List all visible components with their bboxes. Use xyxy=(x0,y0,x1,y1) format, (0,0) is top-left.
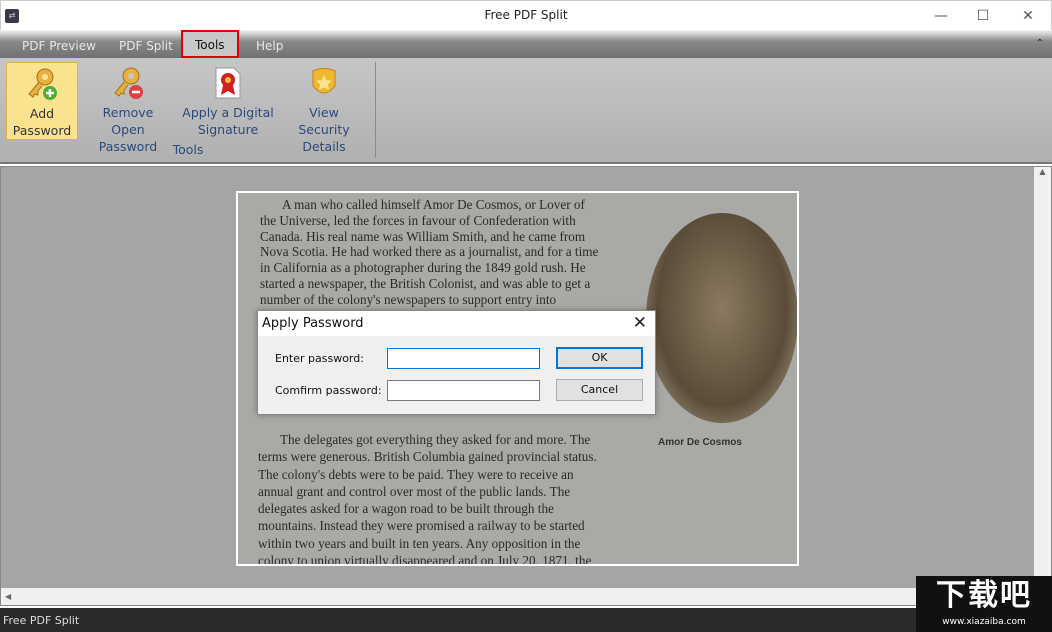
remove-password-label: Remove Open xyxy=(102,105,154,137)
apply-password-dialog: Apply Password ✕ Enter password: OK Comf… xyxy=(257,310,656,415)
cancel-button[interactable]: Cancel xyxy=(556,379,643,401)
page-text-line: the Universe, led the forces in favour o… xyxy=(260,212,576,228)
add-password-label: Add xyxy=(29,106,55,121)
page-text-line: colony to union virtually disappeared an… xyxy=(258,553,592,566)
tab-tools[interactable]: Tools xyxy=(181,30,239,58)
add-password-button[interactable]: Add Password xyxy=(6,62,78,140)
key-add-icon xyxy=(28,68,57,100)
signature-label-2: Signature xyxy=(197,122,259,137)
page-text-line: annual grant and control over most of th… xyxy=(258,483,571,499)
maximize-button[interactable]: ☐ xyxy=(968,5,998,27)
page-text-line: in California as a photographer during t… xyxy=(260,260,586,276)
apply-digital-signature-button[interactable]: Apply a Digital Signature xyxy=(182,62,274,140)
certificate-icon xyxy=(215,67,241,99)
page-text-line: The colony's debts were to be paid. They… xyxy=(258,466,574,482)
portrait-caption: Amor De Cosmos xyxy=(658,437,742,448)
ribbon-group-label: Tools xyxy=(172,142,204,157)
remove-open-password-button[interactable]: Remove Open Password xyxy=(84,62,172,154)
page-text-line: within two years and built in ten years.… xyxy=(258,535,581,551)
dialog-close-icon[interactable]: ✕ xyxy=(633,313,647,333)
status-bar: Free PDF Split xyxy=(0,608,1052,632)
confirm-password-input[interactable] xyxy=(387,380,540,401)
close-button[interactable]: ✕ xyxy=(1013,5,1043,27)
tab-pdf-preview[interactable]: PDF Preview xyxy=(16,35,102,57)
page-text-line: delegates asked for a wagon road to be b… xyxy=(258,501,554,517)
enter-password-label: Enter password: xyxy=(275,352,364,365)
horizontal-scrollbar[interactable]: ◀ xyxy=(1,588,1036,605)
page-text-line: number of the colony's newspapers to sup… xyxy=(260,291,557,307)
confirm-password-label: Comfirm password: xyxy=(275,384,382,397)
ribbon: Add Password Remove Open Password Apply … xyxy=(0,58,1052,164)
page-text-top: A man who called himself Amor De Cosmos,… xyxy=(260,197,598,308)
collapse-ribbon-icon[interactable]: ⌃ xyxy=(1036,38,1044,49)
page-text-line: The delegates got everything they asked … xyxy=(280,432,591,447)
title-bar: ⇄ Free PDF Split — ☐ ✕ xyxy=(0,0,1052,30)
window-title: Free PDF Split xyxy=(484,8,568,22)
tab-bar: PDF Preview PDF Split Tools Help xyxy=(0,30,1052,58)
portrait-image xyxy=(646,213,797,423)
page-text-bottom: The delegates got everything they asked … xyxy=(258,431,597,566)
add-password-label-2: Password xyxy=(12,123,72,138)
page-text-line: terms were generous. British Columbia ga… xyxy=(258,449,597,465)
page-text-line: Nova Scotia. He had worked there as a jo… xyxy=(260,244,599,260)
enter-password-input[interactable] xyxy=(387,348,540,369)
page-text-line: mountains. Instead they were promised a … xyxy=(258,518,585,534)
ribbon-separator xyxy=(375,62,376,158)
badge-icon xyxy=(312,68,336,94)
security-label: View Security xyxy=(298,105,350,137)
page-text-line: A man who called himself Amor De Cosmos,… xyxy=(282,197,585,212)
dialog-title: Apply Password xyxy=(262,316,364,331)
tab-help[interactable]: Help xyxy=(250,35,289,57)
view-security-details-button[interactable]: View Security Details xyxy=(283,62,365,154)
watermark-logo: 下载吧 www.xiazaiba.com xyxy=(916,576,1052,632)
page-text-line: Canada. His real name was William Smith,… xyxy=(260,228,586,244)
key-remove-icon xyxy=(114,67,143,99)
vertical-scrollbar[interactable]: ▲ xyxy=(1034,167,1051,591)
ok-button[interactable]: OK xyxy=(556,347,643,369)
tab-pdf-split[interactable]: PDF Split xyxy=(113,35,179,57)
signature-label: Apply a Digital xyxy=(182,105,274,120)
minimize-button[interactable]: — xyxy=(926,5,956,27)
page-text-line: started a newspaper, the British Colonis… xyxy=(260,275,591,291)
